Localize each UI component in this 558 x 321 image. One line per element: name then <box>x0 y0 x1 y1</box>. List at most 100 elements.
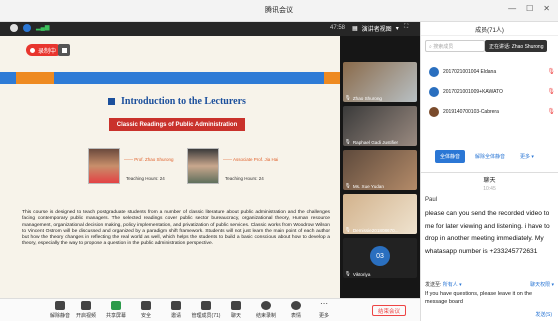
security-button[interactable]: 安全 <box>131 301 161 319</box>
lecturer-2-hours: Teaching Hours: 24 <box>225 176 264 181</box>
start-video-button[interactable]: 开启视频 <box>71 301 101 319</box>
window-controls: — ☐ ✕ <box>508 4 550 13</box>
member-list: 2017021001004 Eldana 🎙 2017021001009+KAW… <box>421 62 558 122</box>
shield-icon[interactable] <box>23 24 31 32</box>
members-header: 成员(71人) <box>421 22 558 36</box>
member-actions: 全体静音 解除全体静音 更多 ▾ <box>421 150 558 163</box>
send-button[interactable]: 发送(S) <box>535 311 552 318</box>
mic-icon: 🎙 <box>345 271 351 276</box>
stop-recording-label: 结束录制 <box>255 313 276 319</box>
member-name: 2019140700103-Cabrera <box>443 109 499 115</box>
participant-name: Raphael Gadi Justifier <box>352 139 399 145</box>
chat-permission-select[interactable]: 聊天权限 ▾ <box>530 281 554 288</box>
list-item[interactable]: 2019140700103-Cabrera 🎙 <box>421 102 558 122</box>
video-tile[interactable]: 🎙 Ms. Xue Yudan <box>343 150 417 190</box>
meeting-toolbar: ▂▄▆ 47:58 ▦ 演讲者视图 ▾ ⛶ <box>0 22 420 36</box>
presentation-slide: Introduction to the Lecturers Classic Re… <box>0 72 340 321</box>
search-placeholder: 搜索成员 <box>433 44 454 50</box>
mute-all-button[interactable]: 全体静音 <box>435 150 466 163</box>
chat-button[interactable]: 聊天 <box>221 301 251 319</box>
record-icon <box>261 301 271 310</box>
chat-message: please can you send the recorded video t… <box>425 210 550 255</box>
video-tile[interactable]: 🎙 Zhao Shurong <box>343 62 417 102</box>
chat-panel: 聊天 10:45 Paul please can you send the re… <box>420 172 558 321</box>
participant-name: Demissie201808670... <box>352 227 399 233</box>
maximize-icon[interactable]: ☐ <box>526 4 533 13</box>
mic-icon: 🎙 <box>345 183 351 188</box>
window-title: 腾讯会议 <box>265 7 293 14</box>
record-dot-icon <box>30 47 35 53</box>
lecturer-photo-2 <box>187 148 219 184</box>
video-tile[interactable]: 🎙 Raphael Gadi Justifier <box>343 106 417 146</box>
slide-heading: Introduction to the Lecturers <box>108 96 246 107</box>
unmute-label: 解除静音 <box>49 313 70 319</box>
more-icon: ⋯ <box>320 299 328 308</box>
reactions-button[interactable]: 表情 <box>281 301 311 319</box>
chevron-down-icon: ▾ <box>395 26 399 32</box>
list-item[interactable]: 2017021001004 Eldana 🎙 <box>421 62 558 82</box>
mic-icon: 🎙 <box>345 227 351 232</box>
camera-icon <box>81 301 91 310</box>
avatar: 03 <box>370 246 390 266</box>
members-icon <box>201 301 211 310</box>
lecturer-1-title: —— Prof. Zhao Shurong <box>124 157 174 162</box>
speaking-tooltip: 正在讲话: Zhao Shurong <box>485 40 548 52</box>
member-name: 2017021001009+KAWATO <box>443 89 503 95</box>
stop-icon <box>61 47 67 53</box>
manage-members-label: 管理成员(71) <box>191 313 221 319</box>
lecturer-photo-1 <box>88 148 120 184</box>
end-meeting-button[interactable]: 结束会议 <box>372 305 407 316</box>
invite-button[interactable]: 邀请 <box>161 301 191 319</box>
share-screen-label: 共享屏幕 <box>105 313 126 319</box>
more-button[interactable]: 更多 ▾ <box>515 150 539 163</box>
list-item[interactable]: 2017021001009+KAWATO 🎙 <box>421 82 558 102</box>
bullet-square-icon <box>108 98 115 105</box>
grid-icon: ▦ <box>352 26 358 32</box>
status-icons: ▂▄▆ <box>10 24 49 32</box>
reactions-label: 表情 <box>290 313 301 319</box>
minimize-icon[interactable]: — <box>508 4 516 13</box>
bottom-toolbar: 解除静音 开启视频 共享屏幕 安全 邀请 管理成员(71) 聊天 结束录制 表情… <box>0 298 420 321</box>
chat-input[interactable]: If you have questions, please leave it o… <box>425 290 555 306</box>
manage-members-button[interactable]: 管理成员(71) <box>191 301 221 319</box>
chat-timestamp: 10:45 <box>483 186 496 192</box>
stop-recording-toolbar-button[interactable]: 结束录制 <box>251 301 281 319</box>
mic-muted-icon[interactable]: 🎙 <box>547 108 555 115</box>
chat-sender: Paul <box>425 197 438 203</box>
unmute-all-button[interactable]: 解除全体静音 <box>470 150 510 163</box>
course-description: This course is designed to teach postgra… <box>22 210 330 247</box>
signal-icon[interactable]: ▂▄▆ <box>36 24 49 32</box>
share-screen-button[interactable]: 共享屏幕 <box>101 301 131 319</box>
more-options-button[interactable]: ⋯ 更多 <box>309 299 339 320</box>
mic-muted-icon[interactable]: 🎙 <box>547 88 555 95</box>
members-panel: 成员(71人) ⌕ 搜索成员 正在讲话: Zhao Shurong 201702… <box>420 22 558 172</box>
participant-name: Ms. Xue Yudan <box>352 183 384 189</box>
recording-indicator[interactable]: 录制中 <box>26 44 63 56</box>
meeting-app: 腾讯会议 — ☐ ✕ ▂▄▆ 47:58 ▦ 演讲者视图 ▾ ⛶ 录制中 Int… <box>0 0 558 321</box>
member-name: 2017021001004 Eldana <box>443 69 497 75</box>
mic-muted-icon[interactable]: 🎙 <box>547 68 555 75</box>
title-bar: 腾讯会议 — ☐ ✕ <box>0 0 558 22</box>
member-search-input[interactable]: ⌕ 搜索成员 <box>425 40 485 52</box>
mic-icon <box>55 301 65 310</box>
video-tile[interactable]: 03 🎙 Viktoriya <box>343 238 417 278</box>
shared-screen: 录制中 Introduction to the Lecturers Classi… <box>0 36 340 321</box>
meeting-timer: 47:58 <box>330 25 346 31</box>
close-icon[interactable]: ✕ <box>543 4 550 13</box>
stop-recording-button[interactable] <box>58 44 70 56</box>
chat-label: 聊天 <box>230 313 241 319</box>
video-strip: 🎙 Zhao Shurong 🎙 Raphael Gadi Justifier 🎙 M… <box>340 36 420 298</box>
fullscreen-icon[interactable]: ⛶ <box>404 24 408 31</box>
chat-icon <box>231 301 241 310</box>
chat-recipient: 发送至: 所有人 ▾ <box>425 281 462 288</box>
recipient-select[interactable]: 所有人 ▾ <box>443 282 462 288</box>
add-user-icon <box>171 301 181 310</box>
info-icon[interactable] <box>10 24 18 32</box>
layout-label: 演讲者视图 <box>361 27 392 33</box>
layout-switch[interactable]: ▦ 演讲者视图 ▾ <box>352 24 399 33</box>
smile-icon <box>291 301 301 310</box>
slide-heading-text: Introduction to the Lecturers <box>121 96 246 107</box>
lecturer-2-title: —— Associate Prof. Jia Hai <box>223 157 279 162</box>
lecturer-1-hours: Teaching Hours: 24 <box>126 176 165 181</box>
video-tile[interactable]: 🎙 Demissie201808670... <box>343 194 417 234</box>
